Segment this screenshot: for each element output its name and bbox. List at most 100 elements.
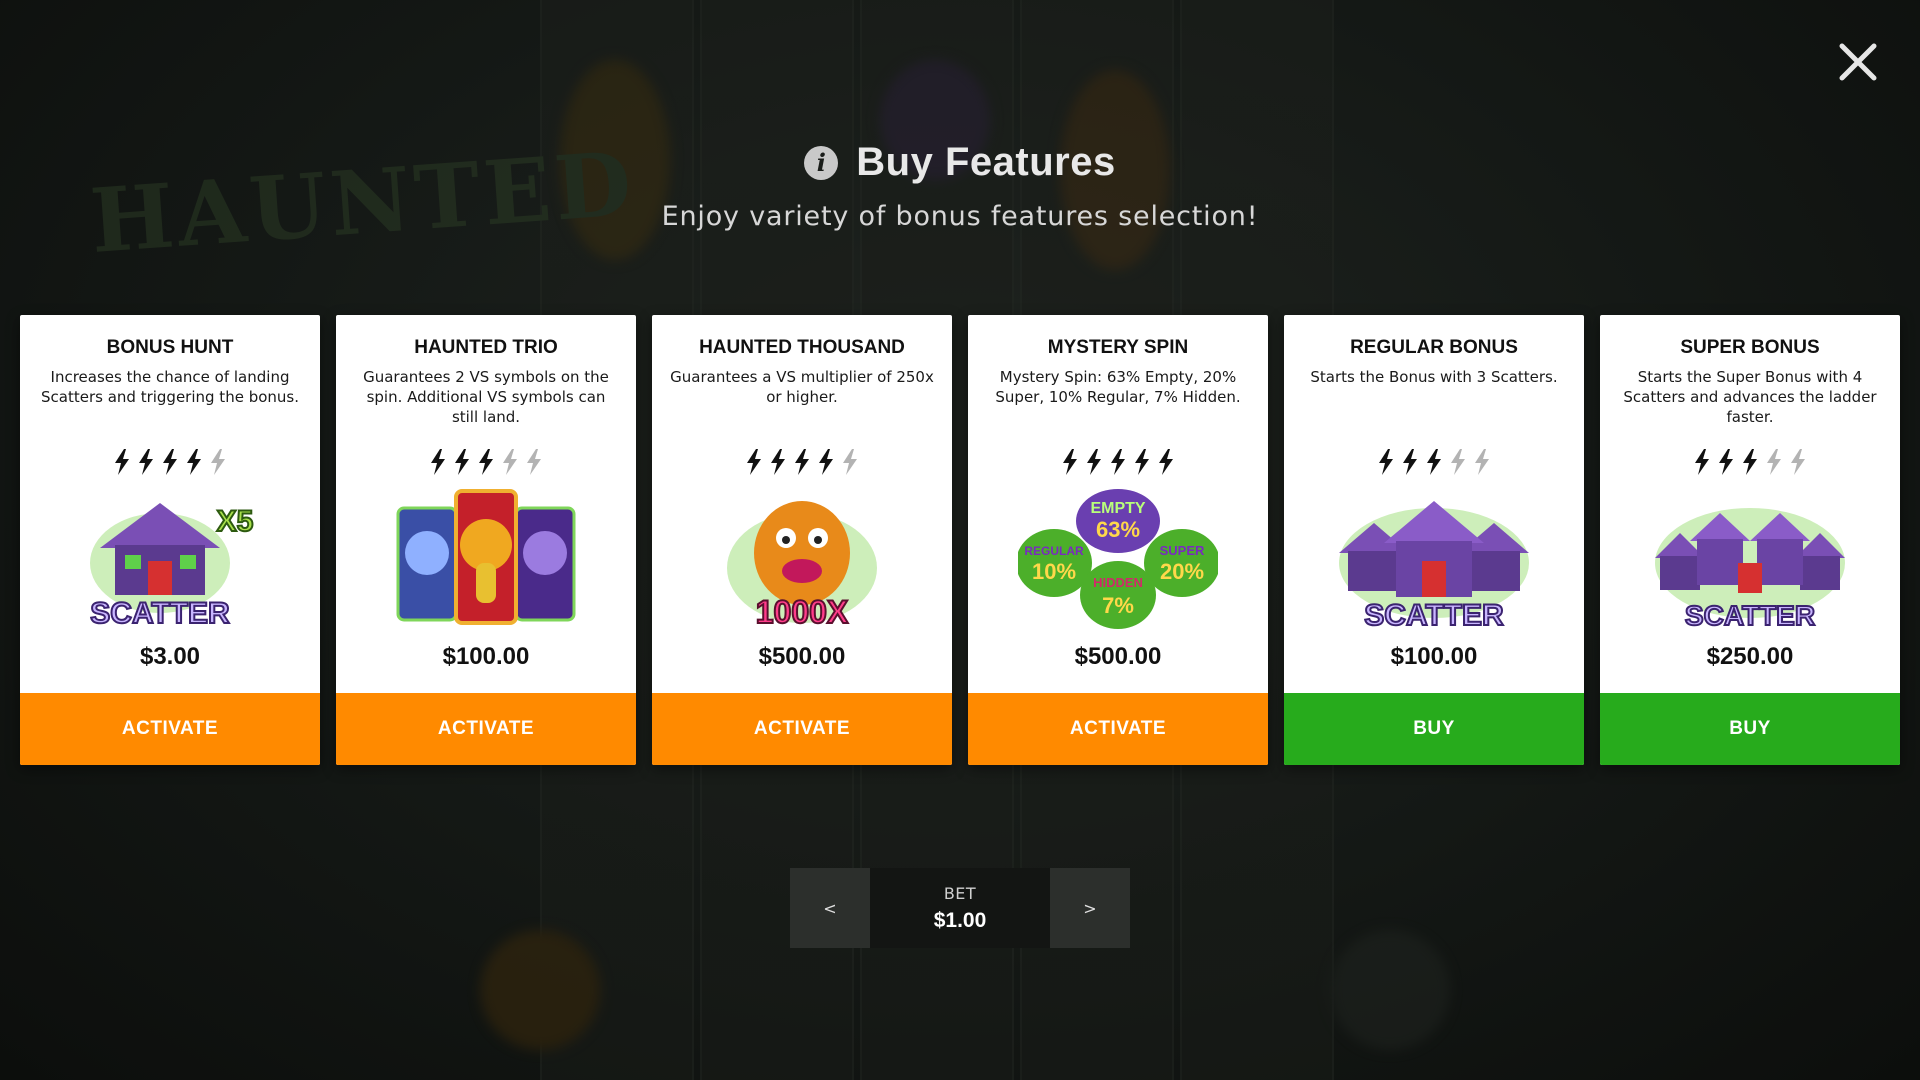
feature-description: Mystery Spin: 63% Empty, 20% Super, 10% … — [995, 368, 1241, 406]
bolt-icon-active — [477, 449, 495, 475]
title-row: i Buy Features — [0, 140, 1920, 185]
page-header: i Buy Features Enjoy variety of bonus fe… — [0, 140, 1920, 232]
bolt-icon-inactive — [1473, 449, 1491, 475]
mystery-label: SUPER — [1160, 543, 1205, 558]
mystery-label: HIDDEN — [1093, 575, 1143, 590]
feature-cards: BONUS HUNT Increases the chance of landi… — [20, 315, 1900, 765]
bolt-icon-active — [1085, 449, 1103, 475]
volatility-rating — [652, 449, 952, 475]
feature-title: REGULAR BONUS — [1350, 337, 1518, 358]
feature-price: $500.00 — [1074, 643, 1162, 670]
mystery-value: 20% — [1160, 559, 1204, 584]
bolt-icon-active — [817, 449, 835, 475]
feature-title: HAUNTED THOUSAND — [699, 337, 905, 358]
feature-price: $100.00 — [442, 643, 530, 670]
bolt-icon-active — [137, 449, 155, 475]
feature-card-mystery-spin: MYSTERY SPIN Mystery Spin: 63% Empty, 20… — [968, 315, 1268, 765]
bolt-icon-active — [1401, 449, 1419, 475]
feature-title: SUPER BONUS — [1680, 337, 1820, 358]
bolt-icon-inactive — [1449, 449, 1467, 475]
feature-price: $100.00 — [1390, 643, 1478, 670]
scatter-label: SCATTER — [1685, 600, 1815, 631]
bolt-icon-active — [745, 449, 763, 475]
bet-increase-button[interactable]: > — [1050, 868, 1130, 948]
mystery-value: 7% — [1102, 593, 1134, 618]
buy-button[interactable]: BUY — [1600, 693, 1900, 765]
volatility-rating — [336, 449, 636, 475]
bolt-icon-active — [1741, 449, 1759, 475]
scatter-label: SCATTER — [90, 597, 230, 630]
mystery-label: REGULAR — [1024, 544, 1084, 558]
bolt-icon-active — [1133, 449, 1151, 475]
feature-description: Guarantees a VS multiplier of 250x or hi… — [670, 368, 934, 406]
bolt-icon-active — [1425, 449, 1443, 475]
feature-description: Starts the Bonus with 3 Scatters. — [1310, 368, 1558, 386]
bolt-icon-active — [793, 449, 811, 475]
activate-button[interactable]: ACTIVATE — [336, 693, 636, 765]
feature-description: Starts the Super Bonus with 4 Scatters a… — [1623, 368, 1877, 426]
close-icon — [1839, 43, 1877, 81]
multiplier-label: 1000X — [756, 594, 849, 630]
bet-display: BET $1.00 — [870, 868, 1050, 948]
feature-title: HAUNTED TRIO — [414, 337, 558, 358]
feature-card-haunted-thousand: HAUNTED THOUSAND Guarantees a VS multipl… — [652, 315, 952, 765]
bolt-icon-active — [1717, 449, 1735, 475]
activate-button[interactable]: ACTIVATE — [968, 693, 1268, 765]
background-spin-glow — [1330, 930, 1450, 1050]
feature-card-regular-bonus: REGULAR BONUS Starts the Bonus with 3 Sc… — [1284, 315, 1584, 765]
buy-features-screen: HAUNTED i Buy Features Enjoy variety of … — [0, 0, 1920, 1080]
mystery-value: 63% — [1096, 517, 1140, 542]
bet-decrease-button[interactable]: < — [790, 868, 870, 948]
bolt-icon-active — [161, 449, 179, 475]
bolt-icon-inactive — [525, 449, 543, 475]
close-button[interactable] — [1836, 40, 1880, 84]
bet-selector: < BET $1.00 > — [790, 868, 1130, 948]
mystery-slime-icon: EMPTY 63% REGULAR 10% HIDDEN 7% SUPER 20… — [1018, 483, 1218, 633]
volatility-rating — [20, 449, 320, 475]
bet-value: $1.00 — [933, 909, 987, 932]
three-houses-scatter-icon: SCATTER — [1334, 483, 1534, 633]
bolt-icon-inactive — [209, 449, 227, 475]
feature-card-bonus-hunt: BONUS HUNT Increases the chance of landi… — [20, 315, 320, 765]
four-houses-scatter-icon: SCATTER — [1650, 483, 1850, 633]
bolt-icon-inactive — [841, 449, 859, 475]
feature-description: Increases the chance of landing Scatters… — [41, 368, 299, 406]
volatility-rating — [1600, 449, 1900, 475]
feature-title: BONUS HUNT — [106, 337, 234, 358]
bolt-icon-inactive — [1789, 449, 1807, 475]
bolt-icon-active — [185, 449, 203, 475]
bolt-icon-inactive — [1765, 449, 1783, 475]
bolt-icon-active — [1377, 449, 1395, 475]
bolt-icon-active — [1109, 449, 1127, 475]
activate-button[interactable]: ACTIVATE — [652, 693, 952, 765]
feature-card-super-bonus: SUPER BONUS Starts the Super Bonus with … — [1600, 315, 1900, 765]
bolt-icon-active — [1061, 449, 1079, 475]
feature-card-haunted-trio: HAUNTED TRIO Guarantees 2 VS symbols on … — [336, 315, 636, 765]
three-ghosts-icon — [386, 483, 586, 633]
volatility-rating — [1284, 449, 1584, 475]
page-title: Buy Features — [856, 140, 1116, 184]
bolt-icon-active — [429, 449, 447, 475]
volatility-rating — [968, 449, 1268, 475]
multiplier-badge: X5 — [217, 505, 254, 538]
bolt-icon-active — [769, 449, 787, 475]
page-subtitle: Enjoy variety of bonus features selectio… — [661, 201, 1259, 232]
bolt-icon-active — [453, 449, 471, 475]
scatter-label: SCATTER — [1364, 599, 1504, 632]
feature-description: Guarantees 2 VS symbols on the spin. Add… — [363, 368, 609, 426]
background-spin-glow — [480, 930, 600, 1050]
feature-title: MYSTERY SPIN — [1047, 337, 1189, 358]
scatter-x5-icon: SCATTER X5 — [70, 483, 270, 633]
info-icon[interactable]: i — [804, 145, 839, 180]
mystery-value: 10% — [1032, 559, 1076, 584]
mystery-label: EMPTY — [1090, 500, 1145, 517]
feature-price: $3.00 — [139, 643, 201, 670]
bolt-icon-active — [1693, 449, 1711, 475]
bet-label: BET — [943, 884, 977, 903]
bolt-icon-active — [1157, 449, 1175, 475]
buy-button[interactable]: BUY — [1284, 693, 1584, 765]
bolt-icon-inactive — [501, 449, 519, 475]
monster-1000x-icon: 1000X — [702, 483, 902, 633]
feature-price: $500.00 — [758, 643, 846, 670]
activate-button[interactable]: ACTIVATE — [20, 693, 320, 765]
